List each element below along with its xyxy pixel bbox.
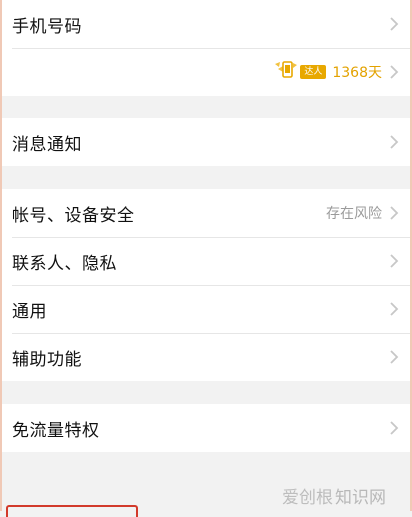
chevron-right-icon [388,133,400,151]
row-contacts-privacy[interactable]: 联系人、隐私 [0,237,412,285]
streak-badge: 达人 [274,60,327,84]
row-phone-number[interactable]: 手机号码 [0,0,412,48]
settings-screen: 手机号码 达人 1368天 消息通知 帐号、设备安全 存在风险 联系人、隐私 通… [0,0,412,452]
account-security-label: 帐号、设备安全 [12,205,135,226]
streak-badge-text: 达人 [300,65,327,79]
streak-days: 1368天 [332,65,382,81]
row-notifications[interactable]: 消息通知 [0,118,412,166]
chevron-right-icon [388,419,400,437]
row-accessibility[interactable]: 辅助功能 [0,333,412,381]
row-free-data[interactable]: 免流量特权 [0,404,412,452]
watermark-part1: 爱创根 [282,488,333,508]
row-account-security[interactable]: 帐号、设备安全 存在风险 [0,189,412,237]
chevron-right-icon [388,15,400,33]
row-general[interactable]: 通用 [0,285,412,333]
chevron-right-icon [388,252,400,270]
group-account: 帐号、设备安全 存在风险 联系人、隐私 通用 辅助功能 [0,189,412,381]
watermark-part2: 知识网 [335,488,386,508]
general-label: 通用 [12,301,47,322]
group-phone: 手机号码 达人 1368天 [0,0,412,96]
group-notifications: 消息通知 [0,118,412,166]
chevron-right-icon [388,63,400,81]
chevron-right-icon [388,348,400,366]
row-qq-streak[interactable]: 达人 1368天 [0,48,412,96]
notifications-label: 消息通知 [12,134,82,155]
chevron-right-icon [388,300,400,318]
free-data-label: 免流量特权 [12,420,100,441]
account-security-status: 存在风险 [326,206,382,222]
contacts-privacy-label: 联系人、隐私 [12,253,117,274]
group-free-data: 免流量特权 [0,404,412,452]
highlight-box [6,505,138,517]
phone-badge-icon [274,60,298,84]
watermark: 爱创根 知识网 [282,483,386,508]
phone-number-label: 手机号码 [12,16,82,37]
accessibility-label: 辅助功能 [12,349,82,370]
chevron-right-icon [388,204,400,222]
